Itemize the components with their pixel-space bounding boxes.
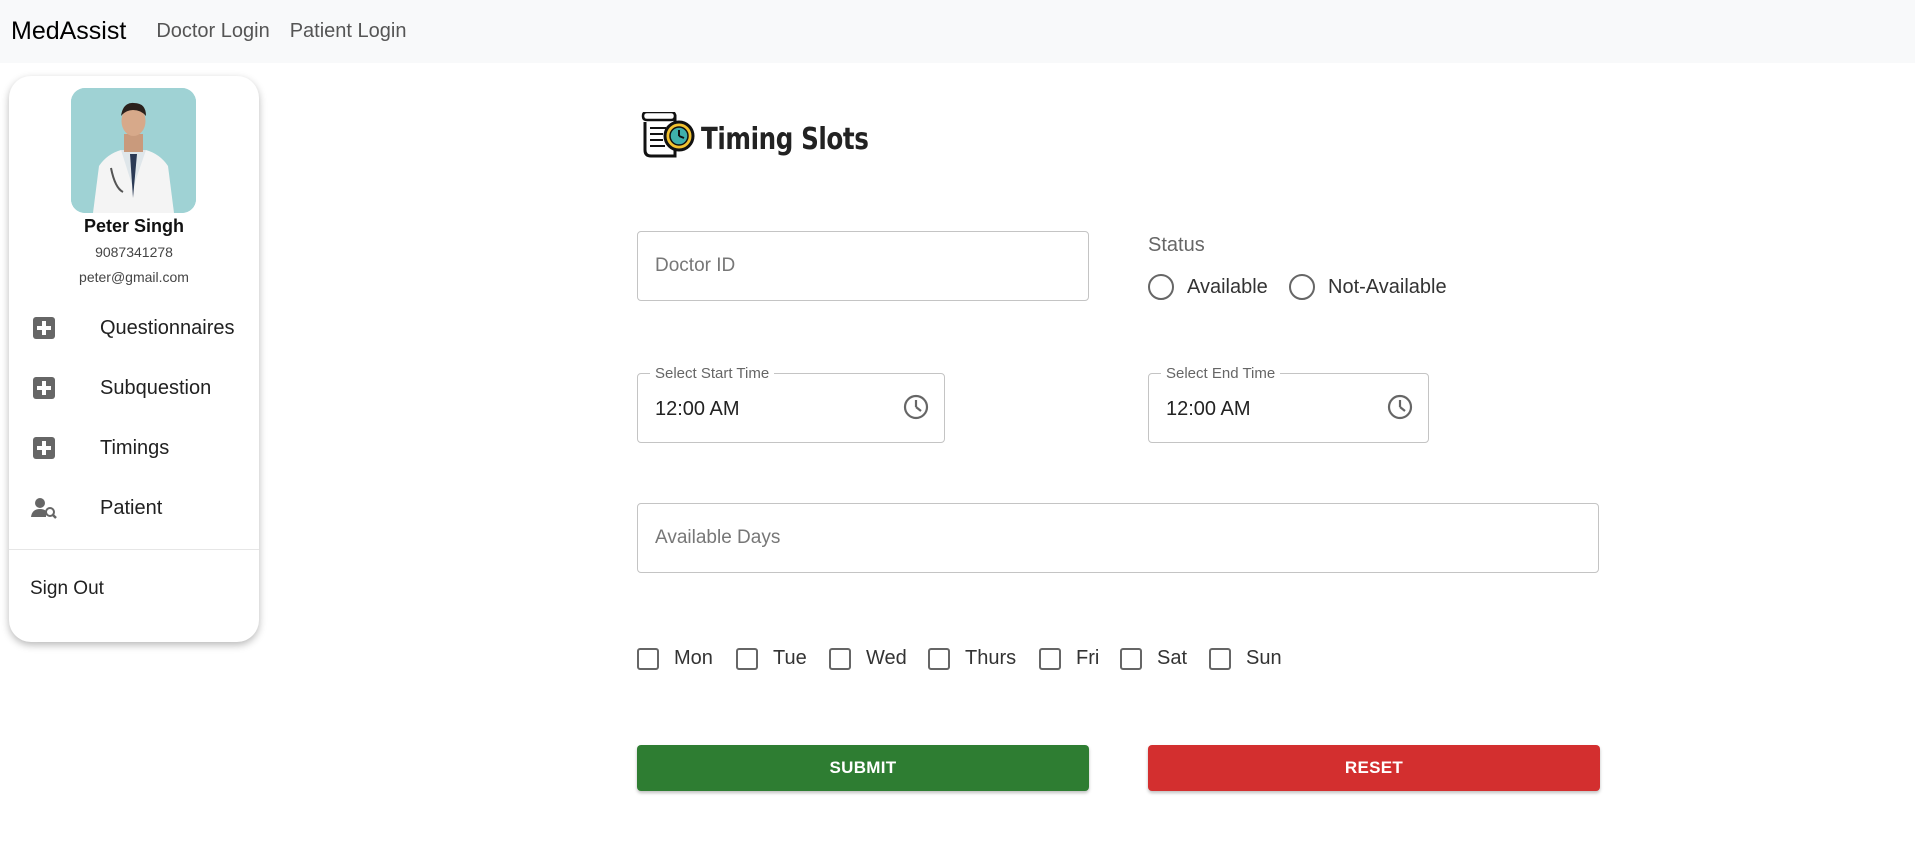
reset-button[interactable]: RESET — [1148, 745, 1600, 791]
checkbox-label: Fri — [1076, 647, 1100, 669]
sign-out-link[interactable]: Sign Out — [30, 578, 104, 600]
radio-label: Available — [1187, 275, 1268, 298]
sidebar-item-label: Patient — [100, 496, 163, 519]
plus-box-icon — [31, 375, 57, 401]
start-time-value[interactable]: 12:00 AM — [655, 398, 740, 421]
checkbox-box[interactable] — [637, 647, 659, 670]
nav-doctor-login[interactable]: Doctor Login — [156, 20, 269, 43]
form-header: Timing Slots — [641, 110, 905, 167]
clock-icon[interactable] — [1386, 393, 1414, 421]
radio-circle[interactable] — [1289, 274, 1315, 300]
radio-available[interactable]: Available — [1148, 274, 1268, 300]
checkbox-label: Sun — [1246, 647, 1282, 669]
checkbox-box[interactable] — [928, 647, 950, 670]
sidebar-item-patient[interactable]: Patient — [9, 483, 259, 533]
page-title: Timing Slots — [701, 122, 869, 157]
clock-icon[interactable] — [902, 393, 930, 421]
plus-box-icon — [31, 435, 57, 461]
checkbox-fri[interactable]: Fri — [1039, 647, 1099, 670]
sidebar-item-questionnaires[interactable]: Questionnaires — [9, 303, 259, 353]
checkbox-label: Tue — [773, 647, 807, 669]
end-time-picker[interactable]: Select End Time 12:00 AM — [1148, 365, 1429, 443]
end-time-value[interactable]: 12:00 AM — [1166, 398, 1251, 421]
checkbox-thurs[interactable]: Thurs — [928, 647, 1016, 670]
sidebar-item-label: Timings — [100, 436, 170, 459]
status-label: Status — [1148, 234, 1205, 256]
checkbox-label: Thurs — [965, 647, 1017, 669]
checkbox-label: Mon — [674, 647, 713, 669]
avatar — [71, 88, 196, 213]
plus-box-icon — [31, 315, 57, 341]
checkbox-mon[interactable]: Mon — [637, 647, 713, 670]
nav-patient-login[interactable]: Patient Login — [290, 20, 407, 43]
person-search-icon — [31, 495, 57, 521]
checkbox-box[interactable] — [736, 647, 758, 670]
checkbox-sun[interactable]: Sun — [1209, 647, 1282, 670]
checkbox-wed[interactable]: Wed — [829, 647, 907, 670]
checkbox-tue[interactable]: Tue — [736, 647, 807, 670]
sidebar-profile-card: Peter Singh 9087341278 peter@gmail.com Q… — [9, 76, 259, 642]
doctor-email: peter@gmail.com — [79, 269, 189, 285]
doctor-id-input[interactable] — [638, 232, 1088, 300]
available-days-field[interactable] — [637, 503, 1599, 573]
checkbox-label: Wed — [866, 647, 907, 669]
radio-circle[interactable] — [1148, 274, 1174, 300]
end-time-label: Select End Time — [1161, 365, 1281, 382]
sidebar-item-label: Questionnaires — [100, 316, 235, 339]
brand-logo[interactable]: MedAssist — [11, 17, 126, 46]
doctor-id-field[interactable] — [637, 231, 1089, 301]
top-navbar: MedAssist Doctor Login Patient Login — [0, 0, 1915, 63]
checkbox-sat[interactable]: Sat — [1120, 647, 1187, 670]
doctor-photo — [71, 88, 196, 213]
checkbox-box[interactable] — [1209, 647, 1231, 670]
start-time-picker[interactable]: Select Start Time 12:00 AM — [637, 365, 945, 443]
available-days-input[interactable] — [638, 504, 1598, 572]
clock-scroll-icon — [641, 110, 697, 167]
sidebar-divider — [9, 549, 259, 550]
doctor-phone: 9087341278 — [95, 244, 173, 260]
start-time-label: Select Start Time — [650, 365, 775, 382]
sidebar-item-subquestion[interactable]: Subquestion — [9, 363, 259, 413]
doctor-name: Peter Singh — [83, 216, 185, 236]
radio-label: Not-Available — [1328, 275, 1447, 298]
radio-not-available[interactable]: Not-Available — [1289, 274, 1447, 300]
checkbox-box[interactable] — [1120, 647, 1142, 670]
checkbox-box[interactable] — [829, 647, 851, 670]
checkbox-box[interactable] — [1039, 647, 1061, 670]
sidebar-item-label: Subquestion — [100, 376, 212, 399]
sidebar-item-timings[interactable]: Timings — [9, 423, 259, 473]
submit-button[interactable]: SUBMIT — [637, 745, 1089, 791]
checkbox-label: Sat — [1157, 647, 1188, 669]
